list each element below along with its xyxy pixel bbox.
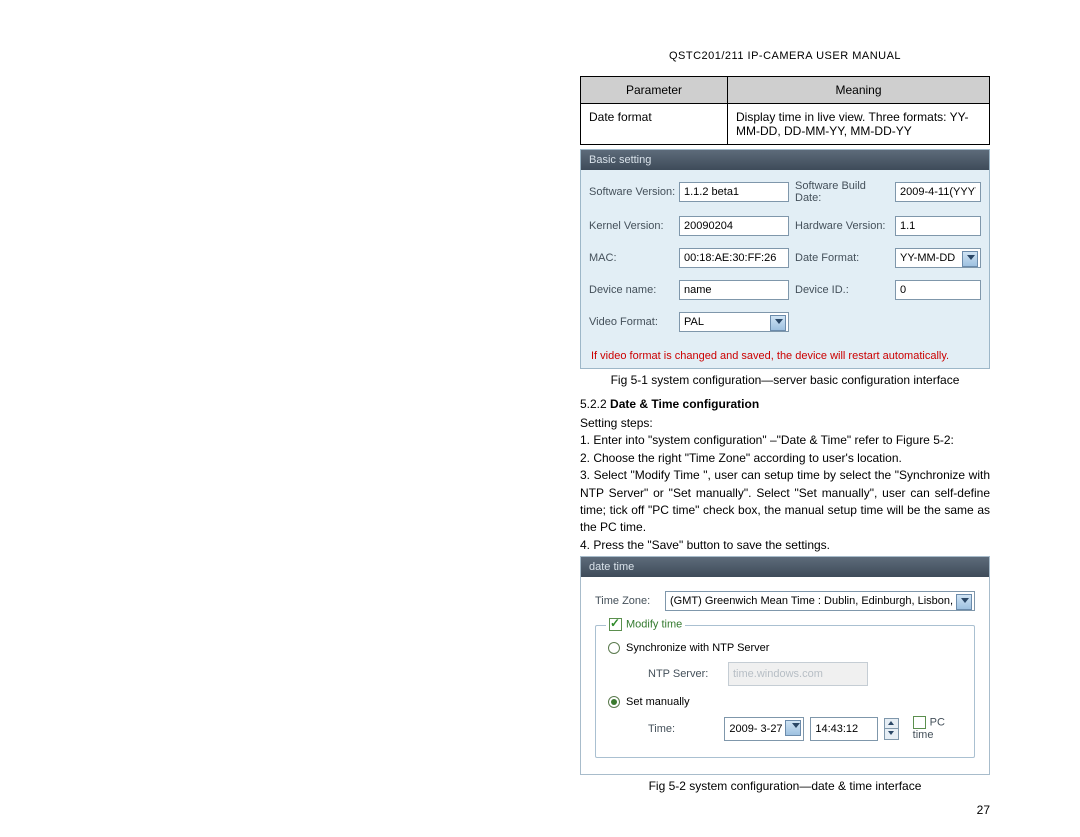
fig-5-2-caption: Fig 5-2 system configuration—date & time…: [580, 779, 990, 793]
fig-5-1-caption: Fig 5-1 system configuration—server basi…: [580, 373, 990, 387]
select-video-format[interactable]: [679, 312, 789, 332]
doc-header: QSTC201/211 IP-CAMERA USER MANUAL: [580, 50, 990, 62]
radio-icon: [608, 642, 620, 654]
panel2-title: date time: [581, 557, 989, 577]
select-timezone[interactable]: [665, 591, 975, 611]
th-meaning: Meaning: [728, 77, 990, 104]
label-video-format: Video Format:: [589, 316, 679, 328]
setting-steps: Setting steps: 1. Enter into "system con…: [580, 415, 990, 554]
input-device-name[interactable]: [679, 280, 789, 300]
panel-title: Basic setting: [581, 150, 989, 170]
checkbox-icon: [913, 716, 926, 729]
label-sw-version: Software Version:: [589, 186, 679, 198]
parameter-table: Parameter Meaning Date format Display ti…: [580, 76, 990, 145]
modify-time-checkbox[interactable]: Modify time: [606, 618, 685, 631]
label-device-id: Device ID.:: [789, 284, 895, 296]
input-sw-version[interactable]: [679, 182, 789, 202]
td-meaning: Display time in live view. Three formats…: [728, 104, 990, 145]
check-icon: [609, 618, 622, 631]
input-kernel[interactable]: [679, 216, 789, 236]
section-heading: 5.2.2 Date & Time configuration: [580, 397, 990, 411]
chevron-down-icon: [961, 598, 969, 603]
label-mac: MAC:: [589, 252, 679, 264]
radio-icon: [608, 696, 620, 708]
select-date-format[interactable]: [895, 248, 981, 268]
input-hw[interactable]: [895, 216, 981, 236]
label-device-name: Device name:: [589, 284, 679, 296]
pc-time-checkbox[interactable]: PC time: [913, 716, 962, 741]
date-time-panel: date time Time Zone: Modify time Synchro…: [580, 556, 990, 775]
th-parameter: Parameter: [581, 77, 728, 104]
modify-time-group: Modify time Synchronize with NTP Server …: [595, 625, 975, 758]
label-hw: Hardware Version:: [789, 220, 895, 232]
chevron-up-icon: [885, 719, 897, 730]
label-sw-build: Software Build Date:: [789, 180, 895, 204]
label-ntp-server: NTP Server:: [648, 668, 728, 680]
chevron-down-icon: [792, 723, 800, 728]
input-sw-build[interactable]: [895, 182, 981, 202]
label-timezone: Time Zone:: [595, 595, 665, 607]
td-param: Date format: [581, 104, 728, 145]
time-stepper[interactable]: [884, 718, 898, 740]
input-ntp-server: [728, 662, 868, 686]
input-date[interactable]: [724, 717, 804, 741]
chevron-down-icon: [775, 319, 783, 324]
chevron-down-icon: [885, 729, 897, 739]
label-date-format: Date Format:: [789, 252, 895, 264]
radio-manual[interactable]: Set manually: [608, 696, 962, 708]
label-kernel: Kernel Version:: [589, 220, 679, 232]
input-mac[interactable]: [679, 248, 789, 268]
input-time[interactable]: [810, 717, 878, 741]
radio-ntp[interactable]: Synchronize with NTP Server: [608, 642, 962, 654]
input-device-id[interactable]: [895, 280, 981, 300]
page-number: 27: [580, 803, 990, 817]
chevron-down-icon: [967, 255, 975, 260]
basic-setting-panel: Basic setting Software Version: Software…: [580, 149, 990, 369]
label-time: Time:: [648, 723, 718, 735]
video-format-warning: If video format is changed and saved, th…: [581, 348, 989, 368]
